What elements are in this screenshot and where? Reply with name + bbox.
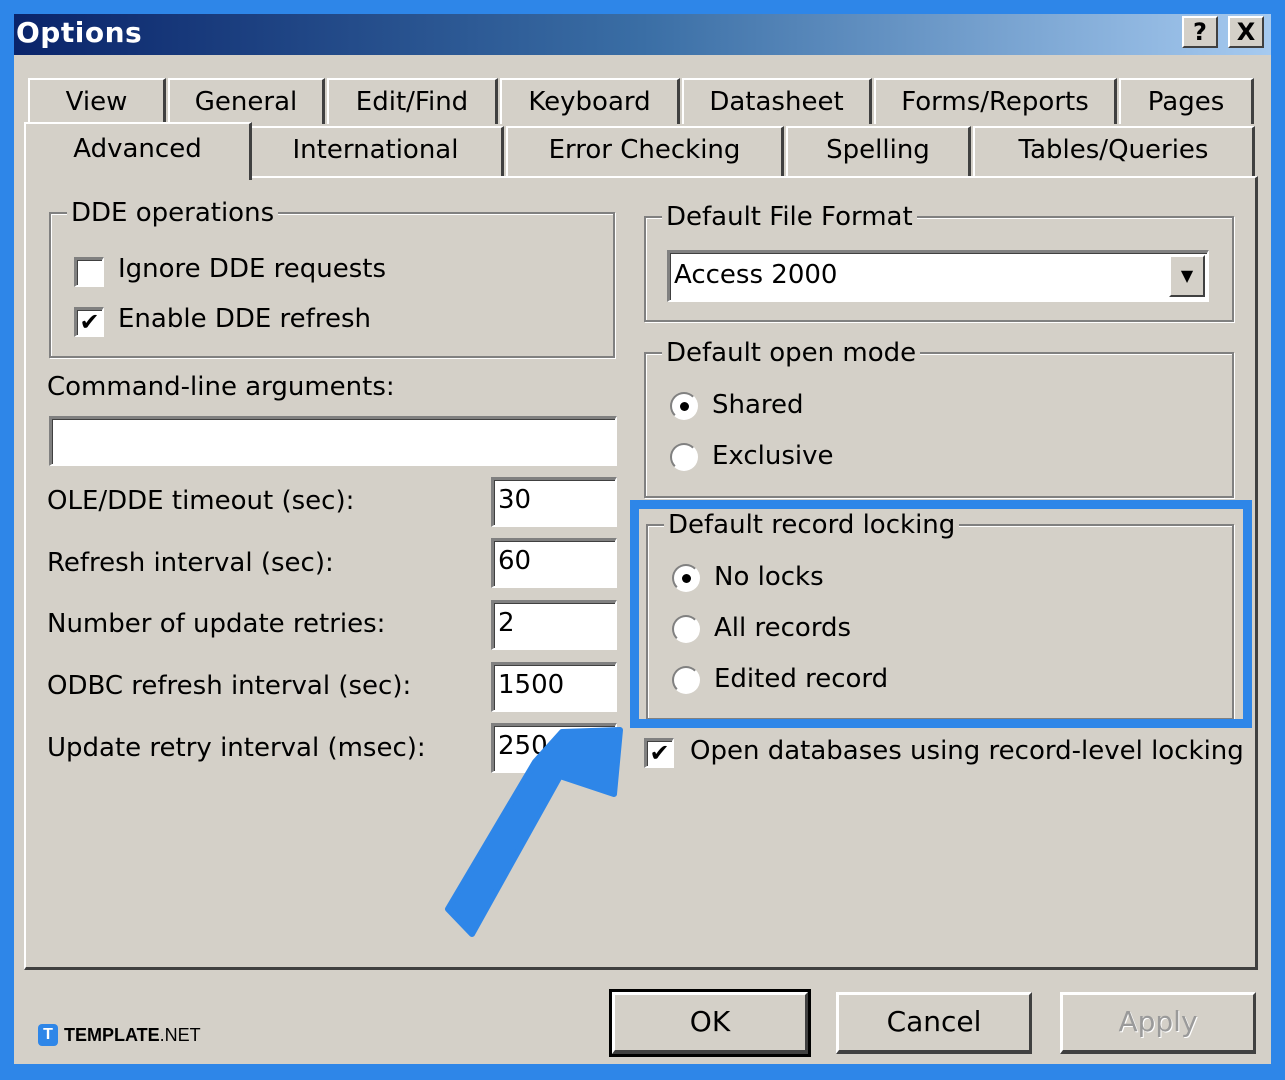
- logo-brand-bold: TEMPLATE: [64, 1024, 160, 1045]
- tab-advanced[interactable]: Advanced: [24, 122, 252, 180]
- logo-text: TEMPLATE.NET: [64, 1025, 201, 1046]
- options-dialog: Options ? X View General Edit/Find Keybo…: [14, 14, 1271, 1064]
- annotation-arrow: [445, 727, 623, 937]
- ok-button[interactable]: OK: [609, 989, 811, 1057]
- logo-badge-icon: T: [38, 1024, 58, 1046]
- template-net-logo: T TEMPLATE.NET: [38, 1024, 201, 1046]
- logo-brand-rest: .NET: [159, 1024, 201, 1045]
- cancel-button[interactable]: Cancel: [836, 992, 1032, 1054]
- tab-label: Advanced: [73, 134, 202, 164]
- apply-button[interactable]: Apply: [1060, 992, 1256, 1054]
